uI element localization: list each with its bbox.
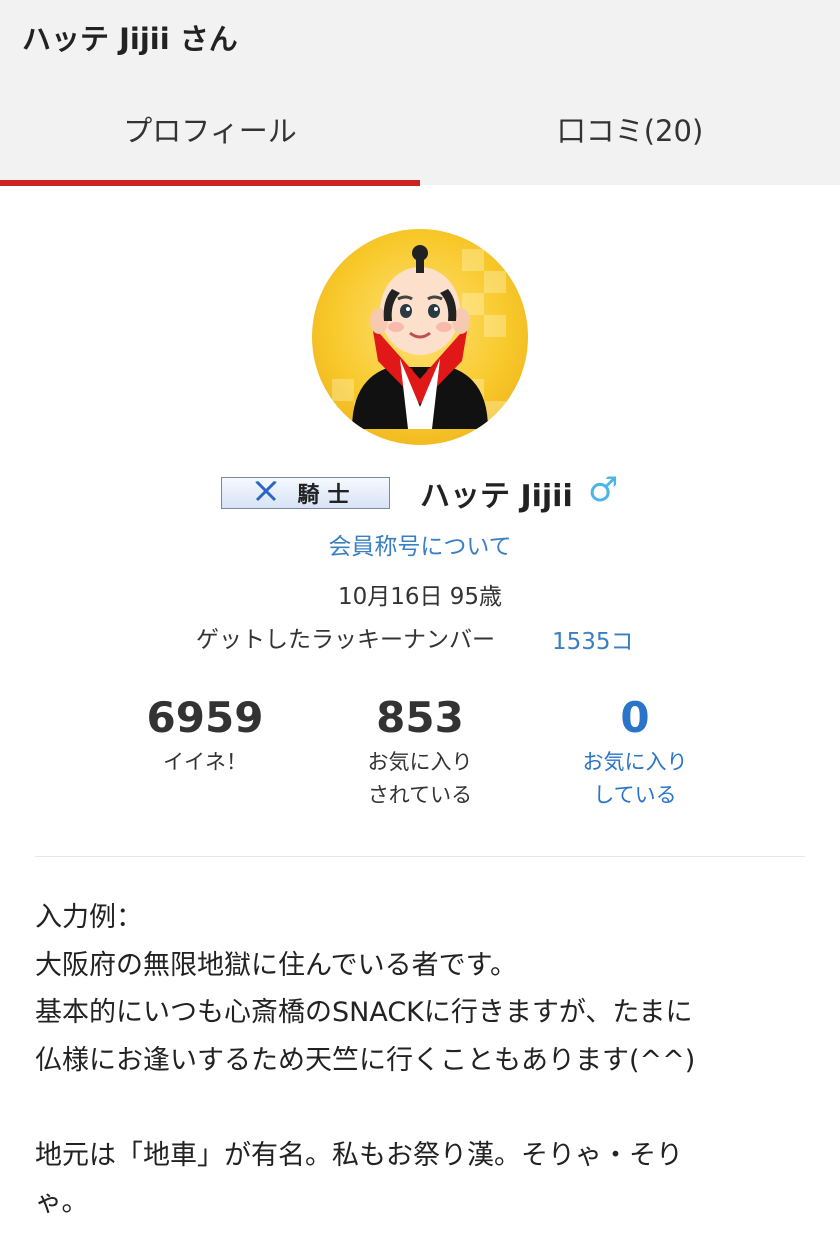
- stat-likes: 6959 イイネ！: [90, 690, 320, 779]
- divider: [35, 856, 805, 857]
- male-icon: ♂: [588, 470, 619, 510]
- page-title: ハッテ Jijii さん: [22, 22, 238, 56]
- user-name: ハッテ Jijii: [420, 479, 573, 514]
- rank-info-link[interactable]: 会員称号について: [0, 527, 840, 561]
- stat-favoriting-link[interactable]: 0 お気に入り している: [520, 690, 750, 812]
- lucky-number-link[interactable]: 1535コ: [552, 622, 634, 656]
- lucky-number-label: ゲットしたラッキーナンバー: [196, 627, 495, 653]
- stat-favorited: 853 お気に入り されている: [305, 690, 535, 812]
- birthday-age: 10月16日 95歳: [337, 584, 503, 610]
- tab-profile[interactable]: プロフィール: [0, 108, 420, 150]
- rank-label: 騎士: [297, 483, 358, 508]
- favoriting-label[interactable]: お気に入り している: [520, 746, 750, 812]
- favorited-count: 853: [376, 693, 464, 742]
- crossed-axes-icon: [253, 480, 279, 506]
- active-tab-indicator: [0, 180, 420, 186]
- avatar: [312, 229, 528, 445]
- likes-count: 6959: [146, 693, 264, 742]
- likes-label: イイネ！: [163, 750, 247, 774]
- tab-reviews[interactable]: 口コミ(20): [420, 108, 840, 150]
- rank-badge: 騎士: [221, 477, 390, 509]
- favoriting-count[interactable]: 0: [520, 690, 750, 746]
- bio-text: 入力例： 大阪府の無限地獄に住んでいる者です。 基本的にいつも心斎橋のSNACK…: [35, 902, 696, 1218]
- favorited-label: お気に入り されている: [367, 750, 473, 807]
- app-header: ハッテ Jijii さん プロフィール 口コミ(20): [0, 0, 840, 186]
